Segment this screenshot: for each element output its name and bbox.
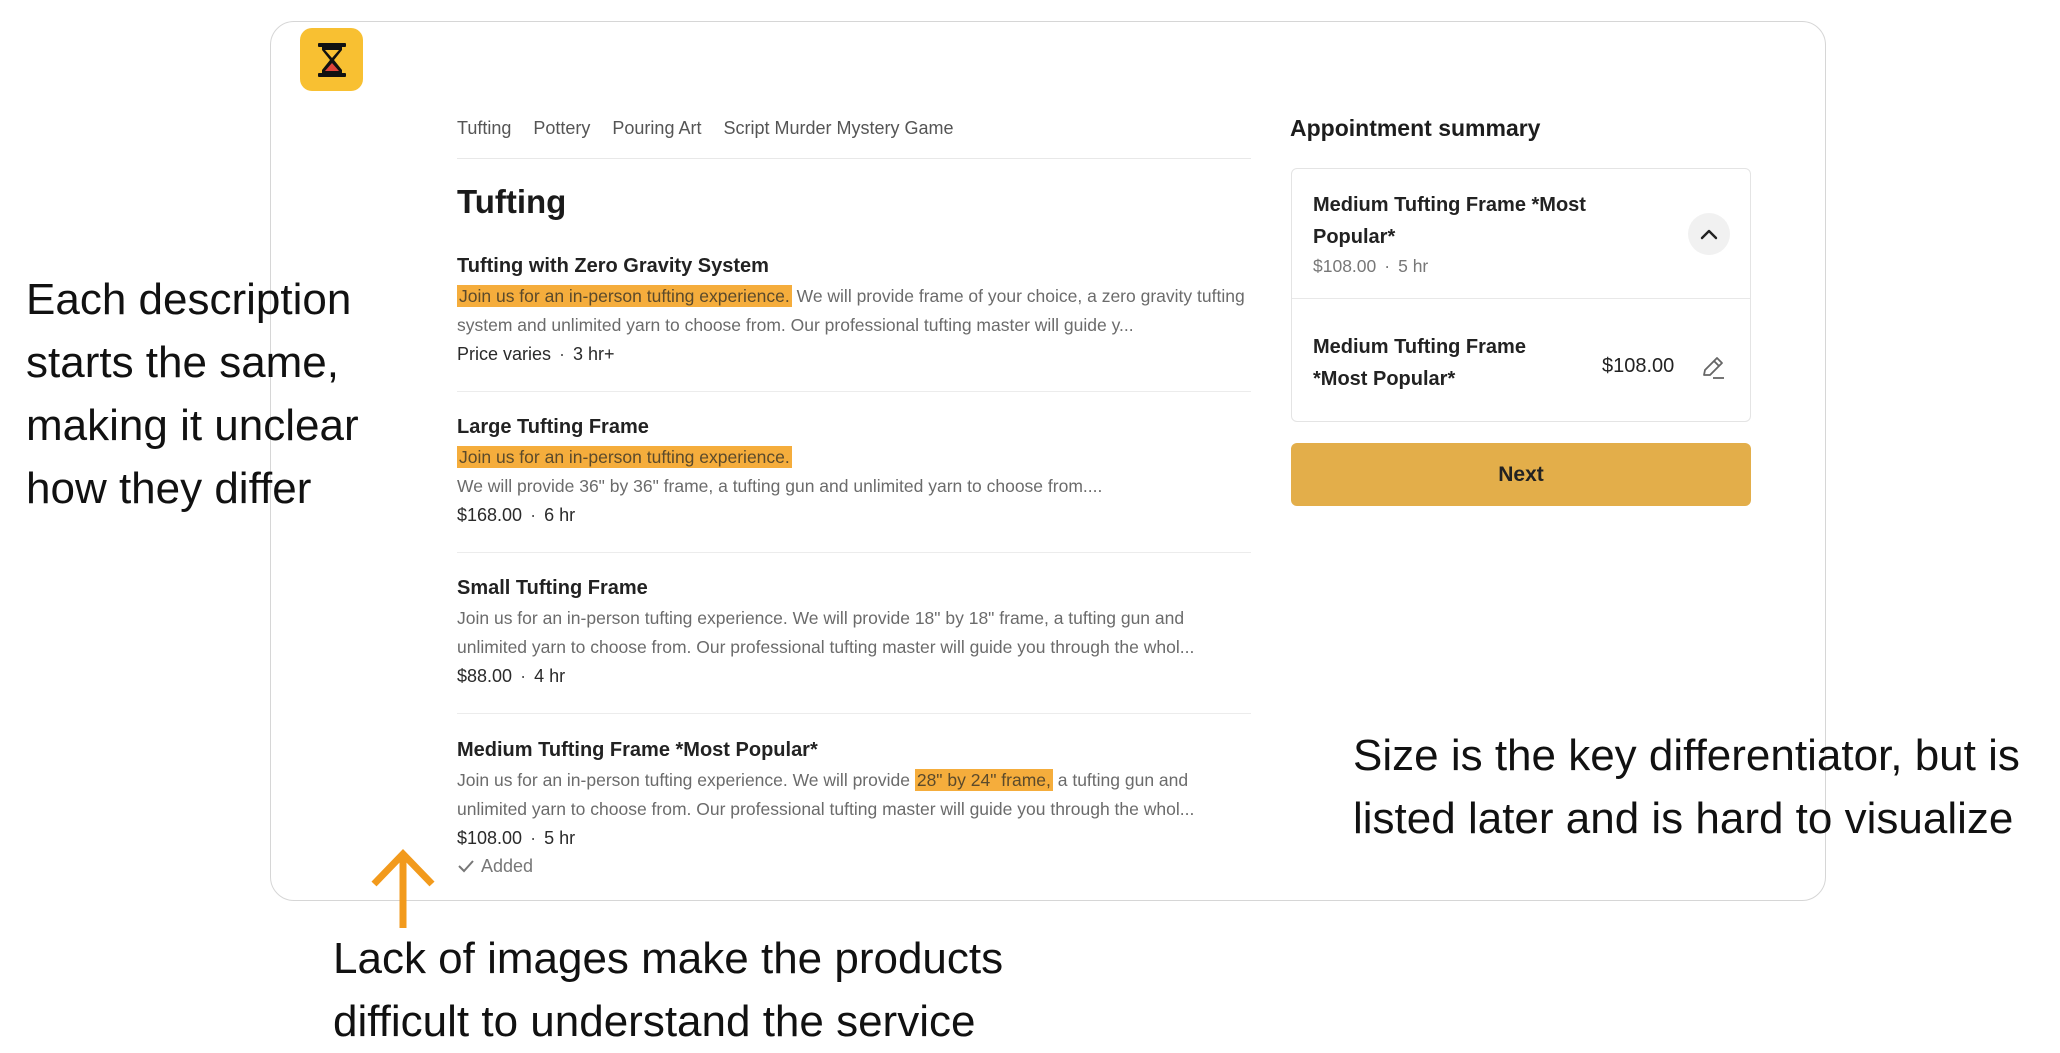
tab-tufting[interactable]: Tufting [457, 118, 511, 158]
service-title: Small Tufting Frame [457, 577, 648, 599]
highlight-annotation: Join us for an in-person tufting experie… [457, 446, 792, 468]
service-item-zero-gravity[interactable]: Tufting with Zero Gravity System Join us… [457, 252, 1251, 392]
check-icon [458, 860, 474, 873]
service-description: Join us for an in-person tufting experie… [457, 446, 1103, 496]
category-tabs: Tufting Pottery Pouring Art Script Murde… [457, 118, 1251, 159]
summary-item-name: Medium Tufting Frame *Most Popular* [1313, 336, 1526, 390]
app-logo[interactable] [300, 28, 363, 91]
service-price: $88.00 [457, 666, 513, 686]
service-title: Tufting with Zero Gravity System [457, 255, 769, 277]
service-description: Join us for an in-person tufting experie… [457, 769, 1195, 819]
summary-item-price: $108.00 [1602, 355, 1675, 377]
pencil-icon [1703, 357, 1724, 379]
service-description: Join us for an in-person tufting experie… [457, 608, 1195, 657]
tab-script-murder-mystery-game[interactable]: Script Murder Mystery Game [723, 118, 953, 158]
annotation-bottom: Lack of images make the products difficu… [333, 934, 1004, 1046]
highlight-annotation: 28" by 24" frame, [914, 769, 1053, 791]
hourglass-icon [317, 42, 346, 77]
service-price: Price varies [457, 344, 552, 364]
annotation-left: Each description starts the same, making… [26, 275, 359, 513]
service-meta: $88.00 · 4 hr [457, 666, 566, 686]
service-meta: Price varies · 3 hr+ [457, 344, 615, 364]
service-duration: 5 hr [544, 828, 576, 848]
next-button[interactable]: Next [1291, 443, 1751, 506]
service-meta: $168.00 · 6 hr [457, 505, 576, 525]
service-title: Large Tufting Frame [457, 416, 649, 438]
annotation-right: Size is the key differentiator, but is l… [1353, 731, 2020, 843]
service-duration: 6 hr [544, 505, 576, 525]
service-item-large-frame[interactable]: Large Tufting Frame Join us for an in-pe… [457, 413, 1251, 553]
added-indicator: Added [457, 852, 1251, 880]
service-description: Join us for an in-person tufting experie… [457, 285, 1245, 335]
chevron-up-icon [1700, 229, 1718, 240]
summary-title: Appointment summary [1290, 115, 1541, 141]
tab-pottery[interactable]: Pottery [533, 118, 590, 158]
service-price: $168.00 [457, 505, 523, 525]
service-item-small-frame[interactable]: Small Tufting Frame Join us for an in-pe… [457, 574, 1251, 714]
summary-selected-name: Medium Tufting Frame *Most Popular* [1313, 194, 1586, 248]
service-title: Medium Tufting Frame *Most Popular* [457, 739, 818, 761]
edit-button[interactable] [1699, 354, 1727, 382]
highlight-annotation: Join us for an in-person tufting experie… [457, 285, 792, 307]
summary-selected: Medium Tufting Frame *Most Popular* $108… [1292, 169, 1750, 299]
service-duration: 3 hr+ [573, 344, 615, 364]
service-item-medium-frame[interactable]: Medium Tufting Frame *Most Popular* Join… [457, 736, 1251, 886]
service-meta: $108.00 · 5 hr [457, 828, 576, 848]
tab-pouring-art[interactable]: Pouring Art [612, 118, 701, 158]
summary-selected-meta: $108.00 · 5 hr [1313, 256, 1429, 276]
page-title: Tufting [457, 183, 567, 220]
service-duration: 4 hr [534, 666, 566, 686]
service-price: $108.00 [457, 828, 523, 848]
summary-card: Medium Tufting Frame *Most Popular* $108… [1291, 168, 1751, 422]
added-label: Added [481, 856, 534, 876]
arrow-up-icon [371, 848, 435, 928]
collapse-button[interactable] [1688, 213, 1730, 255]
